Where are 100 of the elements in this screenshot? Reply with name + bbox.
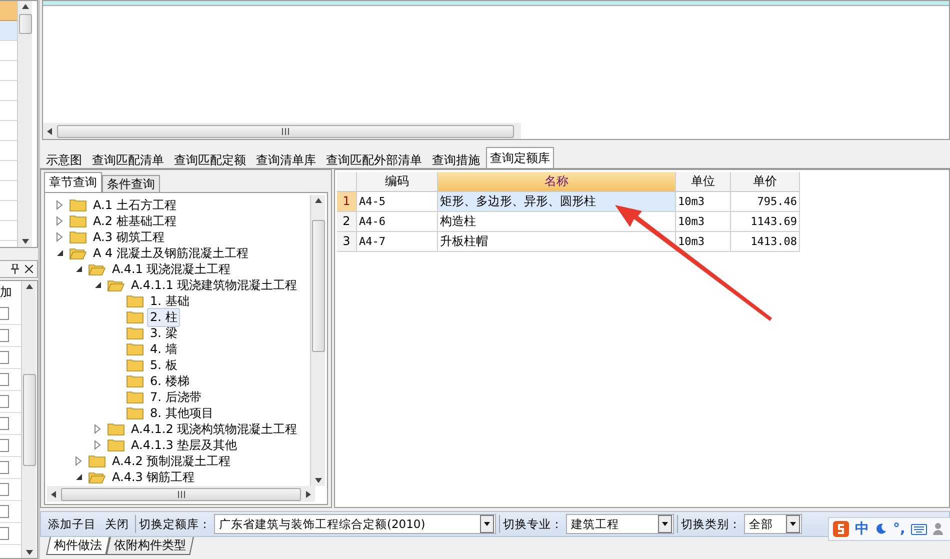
row-number[interactable]: 2: [337, 212, 357, 232]
column-header: 加: [0, 284, 13, 301]
user-icon[interactable]: [933, 523, 944, 535]
tree-item[interactable]: 4. 墙: [147, 340, 180, 358]
tab[interactable]: 查询匹配清单: [88, 149, 168, 168]
scroll-up-icon[interactable]: [22, 4, 28, 9]
moon-icon[interactable]: [875, 523, 887, 535]
column-header[interactable]: 单价: [731, 172, 800, 192]
row-number[interactable]: 3: [337, 232, 357, 252]
collapse-icon[interactable]: [74, 264, 84, 274]
punctuation-mode[interactable]: °,: [893, 521, 906, 537]
tab[interactable]: 构件做法: [46, 537, 110, 555]
checkbox[interactable]: [0, 505, 9, 518]
checkbox[interactable]: [0, 351, 9, 364]
tree-item[interactable]: A.2 桩基础工程: [90, 212, 180, 230]
tree-item[interactable]: 1. 基础: [147, 292, 192, 310]
scroll-up-icon[interactable]: [26, 284, 32, 289]
column-header[interactable]: 编码: [357, 172, 438, 192]
toolbar-button[interactable]: 关闭: [102, 516, 132, 532]
keyboard-icon[interactable]: [911, 524, 928, 534]
table-cell: 10m3: [676, 212, 731, 232]
checkbox[interactable]: [0, 461, 9, 474]
folder-icon: [107, 278, 125, 292]
tab[interactable]: 查询匹配外部清单: [322, 149, 426, 168]
expand-icon[interactable]: [55, 200, 65, 210]
checkbox[interactable]: [0, 395, 9, 408]
checkbox[interactable]: [0, 307, 9, 320]
tree-item[interactable]: A.4.1 现浇混凝土工程: [109, 260, 234, 278]
tree-item[interactable]: 7. 后浇带: [147, 388, 204, 406]
vertical-scrollbar[interactable]: [17, 1, 32, 247]
scroll-thumb[interactable]: [312, 220, 324, 352]
scroll-down-icon[interactable]: [26, 550, 32, 555]
checkbox[interactable]: [0, 373, 9, 386]
table-cell: 矩形、多边形、异形、圆形柱: [438, 192, 676, 212]
scroll-left-icon[interactable]: [47, 128, 52, 134]
horizontal-scrollbar[interactable]: [47, 486, 315, 502]
expand-icon[interactable]: [55, 232, 65, 242]
tree-item[interactable]: A.3 砌筑工程: [90, 228, 168, 246]
toolbar-button[interactable]: 添加子目: [45, 516, 99, 532]
row-number[interactable]: 1: [337, 192, 357, 212]
dropdown[interactable]: 建筑工程: [566, 514, 674, 534]
tree-item[interactable]: A 4 混凝土及钢筋混凝土工程: [90, 244, 252, 262]
folder-icon: [88, 454, 106, 468]
expand-icon[interactable]: [55, 216, 65, 226]
tree-item[interactable]: A.4.1.1 现浇建筑物混凝土工程: [128, 276, 300, 294]
expand-icon[interactable]: [93, 424, 103, 434]
folder-icon: [126, 310, 144, 324]
close-icon[interactable]: [25, 265, 33, 273]
scroll-right-icon[interactable]: [306, 490, 311, 498]
tab[interactable]: 查询匹配定额: [170, 149, 250, 168]
column-header[interactable]: 名称: [438, 172, 676, 192]
folder-icon: [69, 246, 87, 260]
tree-item[interactable]: A.1 土石方工程: [90, 196, 180, 214]
expand-icon[interactable]: [74, 456, 84, 466]
folder-icon: [126, 294, 144, 308]
tree-item[interactable]: 2. 柱: [147, 308, 180, 326]
collapse-icon[interactable]: [93, 280, 103, 290]
dropdown[interactable]: 广东省建筑与装饰工程综合定额(2010): [214, 514, 496, 534]
folder-icon: [126, 358, 144, 372]
scroll-thumb[interactable]: [18, 14, 32, 34]
tree-item[interactable]: 6. 楼梯: [147, 372, 192, 390]
table-cell: 10m3: [676, 192, 731, 212]
tree-item[interactable]: A.4.2 预制混凝土工程: [109, 452, 234, 470]
tree-item[interactable]: 3. 梁: [147, 324, 180, 342]
vertical-scrollbar[interactable]: [21, 281, 36, 558]
scroll-up-icon[interactable]: [314, 198, 322, 203]
scroll-thumb[interactable]: [22, 374, 36, 466]
checkbox[interactable]: [0, 527, 9, 540]
checkbox[interactable]: [0, 329, 9, 342]
header-cell: [337, 172, 357, 192]
tab[interactable]: 条件查询: [102, 175, 160, 192]
tree-item[interactable]: A.4.3 钢筋工程: [109, 468, 198, 486]
tab[interactable]: 查询定额库: [486, 147, 554, 168]
table-cell: A4-6: [357, 212, 438, 232]
tab[interactable]: 查询措施: [428, 149, 484, 168]
dropdown[interactable]: 全部: [744, 514, 802, 534]
checkbox[interactable]: [0, 417, 9, 430]
expand-icon[interactable]: [93, 440, 103, 450]
collapse-icon[interactable]: [74, 472, 84, 482]
checkbox[interactable]: [0, 439, 9, 452]
horizontal-scrollbar[interactable]: [43, 123, 521, 139]
scroll-down-icon[interactable]: [22, 239, 28, 244]
scroll-down-icon[interactable]: [314, 478, 322, 483]
input-mode[interactable]: 中: [855, 520, 869, 538]
tree-item[interactable]: 5. 板: [147, 356, 180, 374]
table-cell: 10m3: [676, 232, 731, 252]
scroll-left-icon[interactable]: [51, 490, 56, 498]
collapse-icon[interactable]: [55, 248, 65, 258]
vertical-scrollbar[interactable]: [310, 195, 325, 486]
table-cell: A4-5: [357, 192, 438, 212]
tab[interactable]: 章节查询: [44, 172, 102, 192]
tree-item[interactable]: A.4.1.3 垫层及其他: [128, 436, 240, 454]
tab[interactable]: 依附构件类型: [106, 537, 194, 555]
pin-icon[interactable]: [11, 264, 19, 274]
column-header[interactable]: 单位: [676, 172, 731, 192]
tree-item[interactable]: 8. 其他项目: [147, 404, 216, 422]
tab[interactable]: 查询清单库: [252, 149, 320, 168]
tab[interactable]: 示意图: [42, 149, 86, 168]
tree-item[interactable]: A.4.1.2 现浇构筑物混凝土工程: [128, 420, 300, 438]
checkbox[interactable]: [0, 483, 9, 496]
